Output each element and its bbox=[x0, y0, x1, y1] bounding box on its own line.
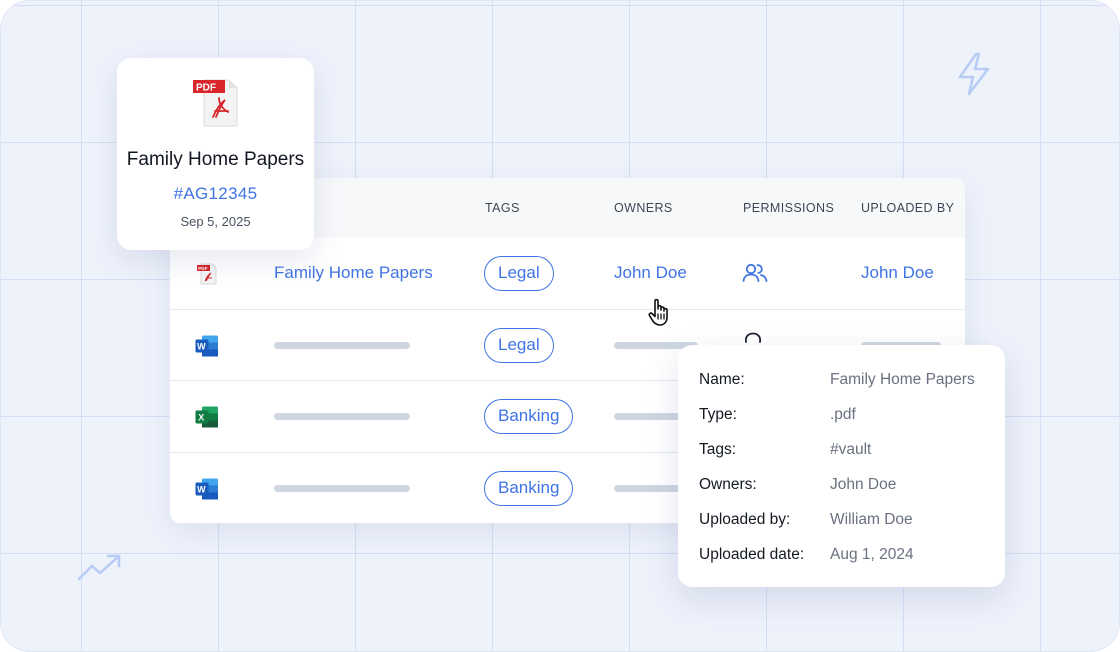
detail-row-owners: Owners: John Doe bbox=[699, 476, 999, 498]
background-canvas: TAGS OWNERS PERMISSIONS UPLOADED BY PDF … bbox=[0, 0, 1120, 652]
svg-text:W: W bbox=[197, 342, 206, 352]
column-header-uploaded-by[interactable]: UPLOADED BY bbox=[861, 201, 954, 215]
detail-value: #vault bbox=[830, 441, 872, 458]
svg-text:PDF: PDF bbox=[196, 82, 216, 93]
detail-value: William Doe bbox=[830, 511, 913, 528]
word-file-icon: W bbox=[195, 478, 218, 500]
detail-row-tags: Tags: #vault bbox=[699, 441, 999, 463]
tag-chip[interactable]: Banking bbox=[484, 471, 574, 506]
detail-row-uploaded-by: Uploaded by: William Doe bbox=[699, 511, 999, 533]
lightning-icon bbox=[958, 52, 990, 96]
tag-chip[interactable]: Legal bbox=[484, 328, 554, 363]
detail-label: Type: bbox=[699, 406, 737, 423]
detail-value: Family Home Papers bbox=[830, 371, 975, 388]
svg-text:PDF: PDF bbox=[198, 266, 207, 271]
detail-label: Owners: bbox=[699, 476, 757, 493]
detail-row-type: Type: .pdf bbox=[699, 406, 999, 428]
file-name-placeholder bbox=[274, 485, 410, 492]
pdf-file-icon: PDF bbox=[197, 263, 217, 285]
file-name-link[interactable]: Family Home Papers bbox=[274, 263, 433, 283]
uploaded-by-link[interactable]: John Doe bbox=[861, 263, 934, 283]
column-header-tags[interactable]: TAGS bbox=[485, 201, 520, 215]
file-name-placeholder bbox=[274, 342, 410, 349]
document-date: Sep 5, 2025 bbox=[180, 214, 251, 229]
hand-pointer-icon bbox=[648, 298, 668, 326]
column-header-permissions[interactable]: PERMISSIONS bbox=[743, 201, 834, 215]
svg-text:X: X bbox=[198, 413, 204, 423]
document-card[interactable]: PDF Family Home Papers #AG12345 Sep 5, 2… bbox=[117, 58, 314, 250]
file-name-placeholder bbox=[274, 413, 410, 420]
column-header-owners[interactable]: OWNERS bbox=[614, 201, 673, 215]
pdf-file-icon: PDF bbox=[193, 79, 238, 127]
document-title: Family Home Papers bbox=[126, 149, 305, 170]
file-details-popup: Name: Family Home Papers Type: .pdf Tags… bbox=[678, 345, 1005, 587]
detail-label: Uploaded by: bbox=[699, 511, 791, 528]
detail-row-name: Name: Family Home Papers bbox=[699, 371, 999, 393]
detail-row-uploaded-date: Uploaded date: Aug 1, 2024 bbox=[699, 546, 999, 568]
trend-up-icon bbox=[77, 554, 121, 581]
detail-value: .pdf bbox=[830, 406, 856, 423]
detail-value: John Doe bbox=[830, 476, 897, 493]
svg-text:W: W bbox=[197, 485, 206, 495]
excel-file-icon: X bbox=[195, 406, 218, 428]
detail-label: Tags: bbox=[699, 441, 737, 458]
word-file-icon: W bbox=[195, 335, 218, 357]
owner-link[interactable]: John Doe bbox=[614, 263, 687, 283]
detail-label: Uploaded date: bbox=[699, 546, 805, 563]
detail-value: Aug 1, 2024 bbox=[830, 546, 914, 563]
document-id[interactable]: #AG12345 bbox=[117, 184, 314, 204]
detail-label: Name: bbox=[699, 371, 745, 388]
tag-chip[interactable]: Legal bbox=[484, 256, 554, 291]
users-icon[interactable] bbox=[742, 263, 768, 283]
tag-chip[interactable]: Banking bbox=[484, 399, 574, 434]
